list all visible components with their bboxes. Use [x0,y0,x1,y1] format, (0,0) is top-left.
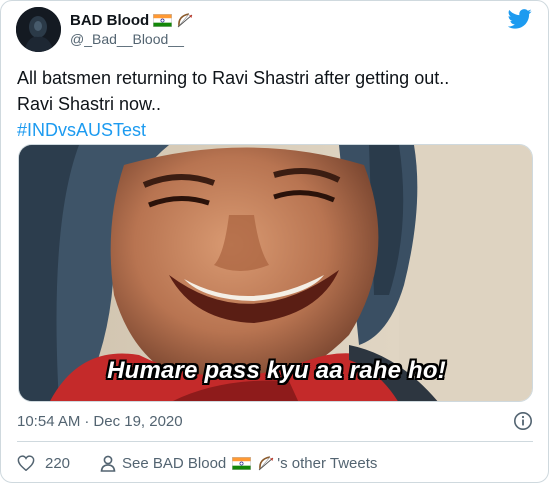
twitter-bird-icon[interactable] [508,9,532,29]
tweet-media-image[interactable]: Humare pass kyu aa rahe ho! [18,144,533,402]
author-avatar[interactable] [16,7,61,52]
like-count: 220 [45,454,71,472]
other-tweets-suffix: 's other Tweets [277,454,378,472]
tweet-text: All batsmen returning to Ravi Shastri af… [17,65,532,143]
tweet-card: BAD Blood @_Bad__Blood__ All batsmen ret… [0,0,549,483]
author-handle[interactable]: @_Bad__Blood__ [70,31,184,47]
other-tweets-prefix: See BAD Blood [122,454,227,472]
bow-and-arrow-icon [258,456,274,471]
tweet-actions: 220 See BAD Blood 's other Tweets [17,453,377,473]
info-icon[interactable] [513,411,533,431]
timestamp-separator: · [84,413,90,430]
author-display-name[interactable]: BAD Blood [70,12,149,29]
like-button[interactable]: 220 [17,455,70,472]
author-name-row[interactable]: BAD Blood [70,11,194,29]
divider [17,441,533,442]
tweet-timestamp[interactable]: 10:54 AM · Dec 19, 2020 [17,413,183,430]
bow-and-arrow-icon [177,13,193,28]
india-flag-icon [153,13,173,27]
tweet-text-line-2: Ravi Shastri now.. [17,94,162,114]
heart-icon [17,455,35,471]
tweet-time[interactable]: 10:54 AM [17,413,80,430]
meme-caption: Humare pass kyu aa rahe ho! [107,357,446,384]
person-icon [100,455,116,472]
hashtag-link[interactable]: #INDvsAUSTest [17,117,532,143]
india-flag-icon [232,456,252,470]
tweet-date[interactable]: Dec 19, 2020 [93,413,182,430]
tweet-text-line-1: All batsmen returning to Ravi Shastri af… [17,68,450,88]
see-other-tweets-link[interactable]: See BAD Blood 's other Tweets [100,455,377,472]
